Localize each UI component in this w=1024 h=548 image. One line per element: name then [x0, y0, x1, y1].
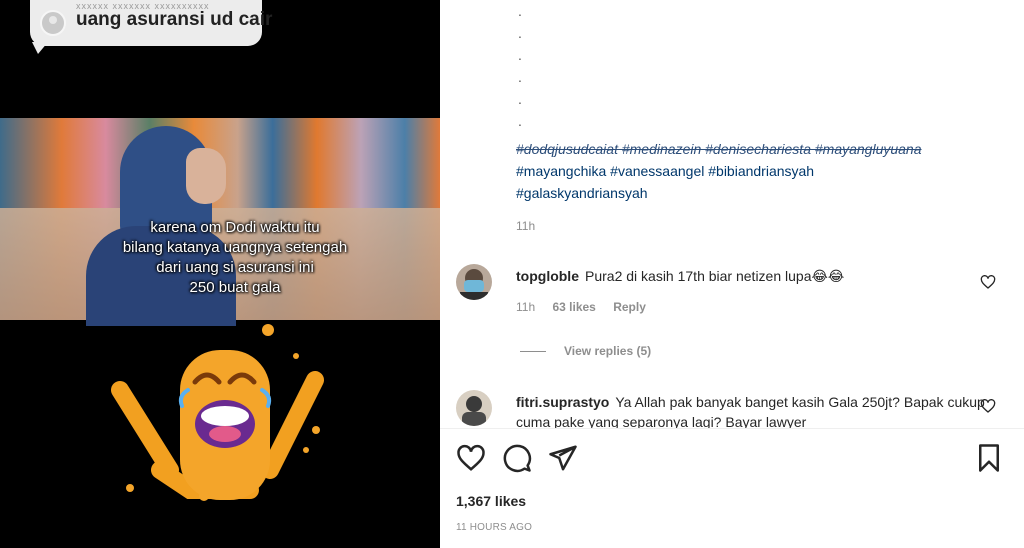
post-hashtags: #dodqjusudcaiat #medinazein #denisechari…: [516, 138, 1016, 204]
video-panel: xxxxxx xxxxxxx xxxxxxxxxx uang asuransi …: [0, 0, 440, 548]
view-replies-label: View replies (5): [564, 344, 652, 358]
hashtags-line-1[interactable]: #dodqjusudcaiat #medinazein #denisechari…: [516, 138, 1016, 160]
small-heart-icon[interactable]: [980, 274, 996, 290]
post-time-ago: 11 HOURS AGO: [456, 522, 533, 533]
likes-count[interactable]: 1,367 likes: [456, 493, 526, 509]
reply-button[interactable]: Reply: [613, 300, 646, 314]
share-icon[interactable]: [548, 443, 578, 473]
hashtags-line-3[interactable]: #galaskyandriansyah: [516, 182, 1016, 204]
replies-divider: [520, 351, 546, 353]
caption-timestamp: 11h: [516, 219, 536, 233]
bubble-text: uang asuransi ud cair: [76, 9, 273, 30]
comment-body: Pura2 di kasih 17th biar netizen lupa😂😂: [585, 268, 845, 284]
comment-username[interactable]: fitri.suprastyo: [516, 394, 609, 410]
comment-username[interactable]: topgloble: [516, 268, 579, 284]
post-action-bar: 1,367 likes 11 HOURS AGO: [440, 428, 1024, 548]
caption-line-3: dari uang si asuransi ini: [156, 259, 314, 276]
avatar[interactable]: [456, 264, 492, 300]
lol-sticker-icon: [111, 324, 324, 501]
comment-icon[interactable]: [502, 443, 532, 473]
bubble-tail: [32, 42, 48, 54]
caption-dots: ......: [518, 3, 522, 129]
caption-line-4: 250 buat gala: [189, 279, 281, 296]
bookmark-icon[interactable]: [974, 443, 1004, 473]
bubble-avatar-icon: [40, 10, 66, 36]
comment-likes[interactable]: 63 likes: [552, 300, 595, 314]
hashtags-line-2[interactable]: #mayangchika #vanessaangel #bibiandrians…: [516, 160, 1016, 182]
comment-text: fitri.suprastyo Ya Allah pak banyak bange…: [516, 392, 986, 432]
video-caption: karena om Dodi waktu itu bilang katanya …: [110, 218, 360, 298]
video-scene: karena om Dodi waktu itu bilang katanya …: [0, 118, 440, 326]
comment-time: 11h: [516, 300, 536, 314]
comment-meta: 11h 63 likes Reply: [516, 300, 660, 314]
heart-icon[interactable]: [456, 443, 486, 473]
caption-line-2: bilang katanya uangnya setengah: [122, 239, 348, 256]
instagram-post-panel: ...... #dodqjusudcaiat #medinazein #deni…: [440, 0, 1024, 548]
avatar[interactable]: [456, 390, 492, 426]
comment-text: topgloble Pura2 di kasih 17th biar netize…: [516, 266, 986, 286]
view-replies-button[interactable]: View replies (5): [520, 344, 651, 358]
small-heart-icon[interactable]: [980, 398, 996, 414]
caption-line-1: karena om Dodi waktu itu: [150, 219, 320, 236]
